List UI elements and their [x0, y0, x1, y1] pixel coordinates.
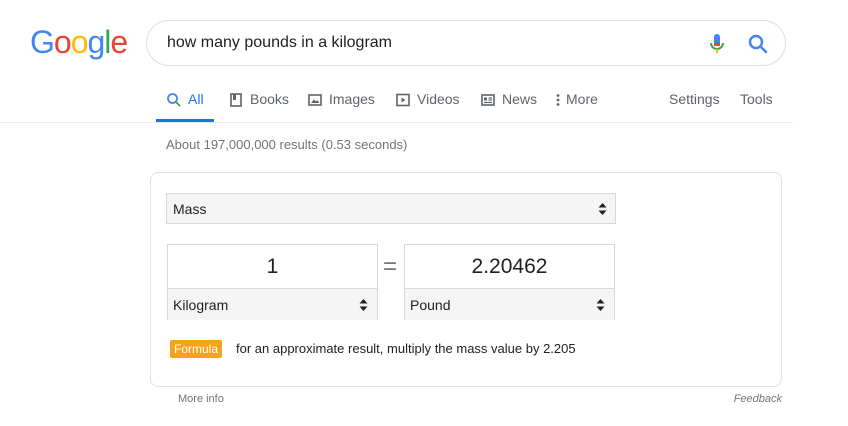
- from-value-input[interactable]: [168, 245, 377, 289]
- header-divider: [0, 122, 793, 123]
- tab-more-label: More: [566, 91, 598, 107]
- feedback-link[interactable]: Feedback: [734, 393, 782, 405]
- to-unit-group: Pound: [404, 244, 615, 320]
- tab-videos-label: Videos: [417, 91, 460, 107]
- more-vert-icon: [556, 94, 560, 106]
- logo-letter-e: e: [110, 24, 128, 60]
- equals-sign: =: [383, 253, 398, 280]
- image-icon: [308, 94, 322, 106]
- result-stats: About 197,000,000 results (0.53 seconds): [166, 137, 408, 152]
- from-unit-group: Kilogram: [167, 244, 378, 320]
- tab-videos[interactable]: Videos: [395, 84, 460, 122]
- to-unit-label: Pound: [410, 296, 451, 313]
- select-arrows-icon: [359, 298, 368, 311]
- to-unit-select[interactable]: Pound: [405, 288, 614, 320]
- select-arrows-icon: [598, 202, 607, 215]
- microphone-icon[interactable]: [707, 33, 727, 55]
- tools-link[interactable]: Tools: [740, 91, 773, 107]
- tab-more[interactable]: More: [554, 84, 598, 122]
- from-unit-select[interactable]: Kilogram: [168, 288, 377, 320]
- search-input[interactable]: [167, 32, 687, 54]
- logo-letter-o1: o: [53, 24, 72, 60]
- formula-text: for an approximate result, multiply the …: [236, 341, 576, 356]
- google-logo[interactable]: Google: [30, 24, 128, 60]
- logo-letter-g: G: [30, 24, 55, 60]
- more-info-link[interactable]: More info: [178, 393, 224, 405]
- tab-all[interactable]: All: [156, 84, 214, 122]
- from-unit-label: Kilogram: [173, 296, 229, 313]
- tab-books[interactable]: Books: [228, 84, 289, 122]
- tab-news-label: News: [502, 91, 538, 107]
- settings-link[interactable]: Settings: [669, 91, 720, 107]
- search-box: [146, 20, 786, 66]
- tab-news[interactable]: News: [480, 84, 537, 122]
- search-icon[interactable]: [747, 33, 769, 55]
- book-icon: [230, 93, 242, 107]
- to-value-input[interactable]: [405, 245, 614, 289]
- tab-images[interactable]: Images: [307, 84, 375, 122]
- select-arrows-icon: [596, 298, 605, 311]
- logo-letter-o2: o: [70, 24, 89, 60]
- news-icon: [481, 94, 495, 106]
- quantity-select-value: Mass: [173, 200, 207, 217]
- quantity-select[interactable]: Mass: [166, 193, 616, 224]
- tab-books-label: Books: [250, 91, 289, 107]
- logo-letter-g2: g: [87, 24, 105, 60]
- search-icon: [167, 93, 181, 107]
- formula-badge: Formula: [170, 340, 223, 358]
- play-icon: [396, 93, 410, 107]
- tab-images-label: Images: [329, 91, 375, 107]
- tab-all-label: All: [188, 91, 204, 107]
